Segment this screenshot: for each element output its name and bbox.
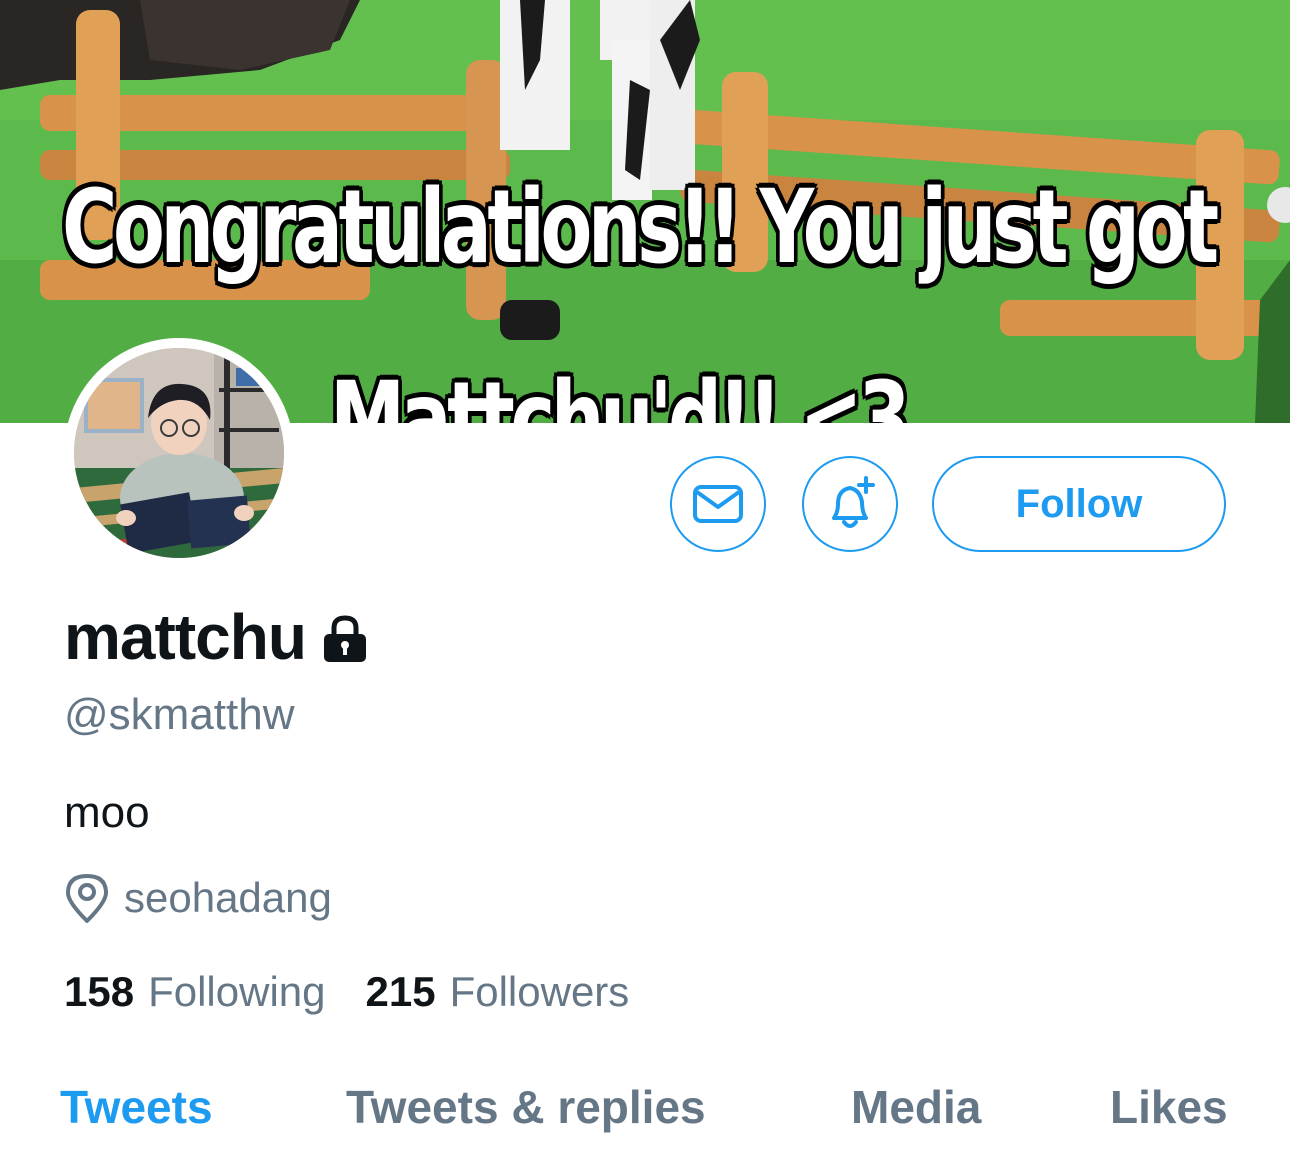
mail-icon (693, 485, 743, 523)
tab-likes[interactable]: Likes (1110, 1080, 1228, 1134)
followers-count[interactable]: 215 (366, 968, 436, 1016)
location-text: seohadang (124, 874, 332, 921)
tab-media[interactable]: Media (851, 1080, 981, 1134)
profile-bio: moo (64, 788, 150, 837)
bell-plus-icon (832, 476, 875, 528)
display-name-row: mattchu (64, 600, 370, 674)
profile-tabs: Tweets Tweets & replies Media Likes (0, 1080, 1290, 1144)
message-button[interactable] (670, 456, 766, 552)
display-name: mattchu (64, 601, 307, 673)
avatar[interactable] (64, 338, 294, 568)
following-label[interactable]: Following (148, 968, 325, 1016)
tab-tweets-and-replies[interactable]: Tweets & replies (346, 1080, 706, 1134)
following-count[interactable]: 158 (64, 968, 134, 1016)
followers-label[interactable]: Followers (450, 968, 630, 1016)
follow-button[interactable]: Follow (932, 456, 1226, 552)
lock-icon (323, 615, 366, 662)
profile-stats: 158 Following 215 Followers (64, 968, 629, 1016)
notify-button[interactable] (802, 456, 898, 552)
avatar-photo (74, 348, 284, 558)
tab-tweets[interactable]: Tweets (60, 1080, 213, 1134)
profile-location: seohadang (64, 872, 332, 924)
banner-caption-continued: Mattchu'd!! <3 (330, 360, 911, 423)
banner-caption: Congratulations!! You just got (62, 168, 1219, 287)
location-pin-icon (66, 874, 108, 923)
profile-handle: @skmatthw (64, 690, 295, 739)
